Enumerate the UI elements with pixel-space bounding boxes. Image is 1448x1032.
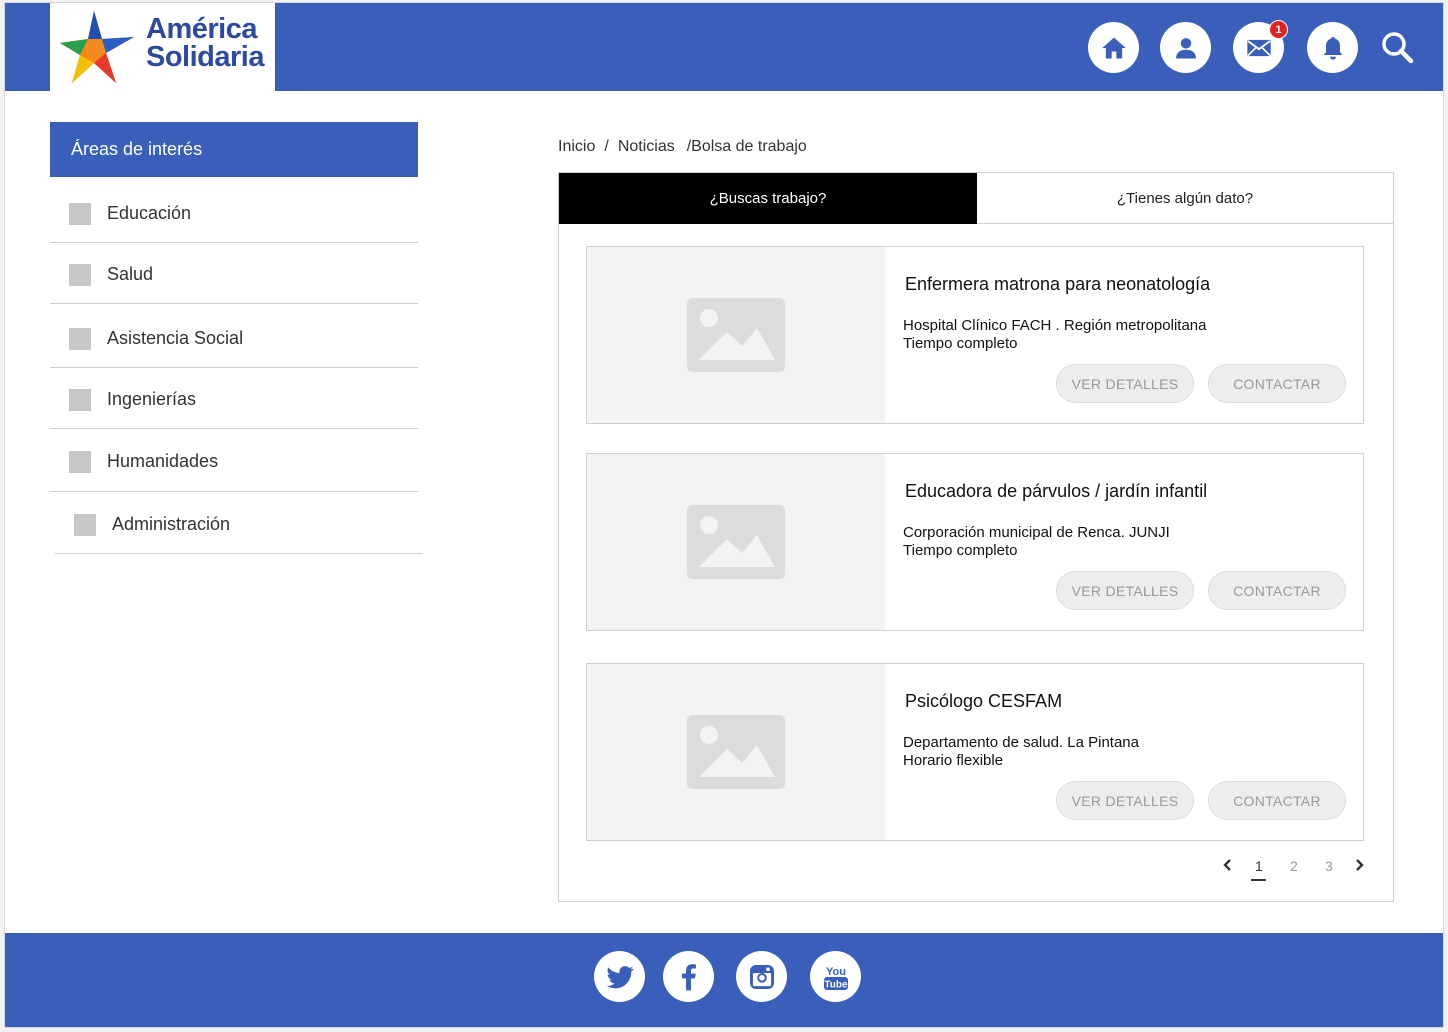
- checkbox[interactable]: [69, 389, 91, 411]
- sidebar-item-administracion[interactable]: Administración: [55, 492, 423, 554]
- svg-text:Tube: Tube: [824, 979, 848, 990]
- checkbox[interactable]: [74, 514, 96, 536]
- job-image-placeholder: [587, 454, 885, 630]
- job-title: Psicólogo CESFAM: [905, 691, 1063, 711]
- instagram-link[interactable]: [736, 951, 787, 1002]
- messages-button[interactable]: 1: [1233, 20, 1288, 73]
- job-organization: Hospital Clínico FACH . Región metropoli…: [903, 317, 1207, 334]
- view-details-button[interactable]: VER DETALLES: [1056, 781, 1194, 820]
- sidebar-item-salud[interactable]: Salud: [50, 243, 418, 304]
- sidebar-item-label: Asistencia Social: [107, 328, 244, 348]
- job-title: Educadora de párvulos / jardín infantil: [905, 481, 1208, 501]
- page-3[interactable]: 3: [1325, 858, 1333, 874]
- sidebar-item-label: Salud: [107, 264, 154, 284]
- home-button[interactable]: [1088, 22, 1139, 73]
- jobs-panel: ¿Buscas trabajo? ¿Tienes algún dato? Enf…: [558, 172, 1394, 902]
- brand-line-2: Solidaria: [146, 41, 265, 73]
- sidebar-item-educacion[interactable]: Educación: [50, 181, 418, 243]
- page-2[interactable]: 2: [1290, 858, 1298, 874]
- sidebar-item-label: Educación: [107, 203, 192, 223]
- job-card: Psicólogo CESFAM Departamento de salud. …: [586, 663, 1364, 841]
- breadcrumb-separator: /: [604, 138, 609, 155]
- page-frame: América Solidaria 1 Áreas de interés Edu…: [4, 2, 1444, 1028]
- breadcrumb-news[interactable]: Noticias: [618, 138, 675, 156]
- chevron-left-icon[interactable]: [1222, 858, 1234, 872]
- home-icon: [1101, 37, 1126, 58]
- svg-text:You: You: [826, 966, 846, 978]
- image-placeholder-icon: [687, 715, 785, 789]
- breadcrumb-home[interactable]: Inicio: [558, 138, 595, 156]
- tab-buscas-trabajo[interactable]: ¿Buscas trabajo?: [559, 173, 977, 224]
- contact-button[interactable]: CONTACTAR: [1208, 781, 1346, 820]
- checkbox[interactable]: [69, 328, 91, 350]
- view-details-button[interactable]: VER DETALLES: [1056, 571, 1194, 610]
- job-card: Educadora de párvulos / jardín infantil …: [586, 453, 1364, 631]
- search-icon[interactable]: [1379, 29, 1415, 65]
- top-header: América Solidaria 1: [5, 3, 1443, 91]
- sidebar-item-asistencia-social[interactable]: Asistencia Social: [50, 304, 418, 368]
- checkbox[interactable]: [69, 451, 91, 473]
- breadcrumb: Inicio / Noticias /Bolsa de trabajo: [558, 138, 807, 156]
- checkbox[interactable]: [69, 264, 91, 286]
- facebook-link[interactable]: [663, 951, 714, 1002]
- user-icon: [1175, 37, 1196, 58]
- facebook-icon: [681, 963, 696, 990]
- job-card: Enfermera matrona para neonatología Hosp…: [586, 246, 1364, 424]
- bell-icon: [1323, 36, 1342, 60]
- twitter-link[interactable]: [594, 951, 645, 1002]
- sidebar-item-humanidades[interactable]: Humanidades: [50, 429, 418, 492]
- notifications-button[interactable]: [1307, 22, 1358, 73]
- sidebar-item-label: Humanidades: [107, 451, 219, 471]
- image-placeholder-icon: [687, 505, 785, 579]
- job-schedule: Tiempo completo: [903, 542, 1018, 559]
- chevron-right-icon[interactable]: [1353, 858, 1365, 872]
- job-image-placeholder: [587, 247, 885, 423]
- brand-logo[interactable]: América Solidaria: [50, 3, 275, 91]
- footer: You Tube: [5, 933, 1443, 1027]
- job-schedule: Tiempo completo: [903, 335, 1018, 352]
- youtube-link[interactable]: You Tube: [810, 951, 861, 1002]
- sidebar-item-label: Administración: [112, 514, 231, 534]
- view-details-button[interactable]: VER DETALLES: [1056, 364, 1194, 403]
- job-organization: Departamento de salud. La Pintana: [903, 734, 1139, 751]
- image-placeholder-icon: [687, 298, 785, 372]
- job-schedule: Horario flexible: [903, 752, 1004, 769]
- mail-badge: 1: [1269, 20, 1288, 39]
- current-page-indicator: [1251, 879, 1266, 881]
- job-title: Enfermera matrona para neonatología: [905, 274, 1211, 294]
- contact-button[interactable]: CONTACTAR: [1208, 571, 1346, 610]
- sidebar-item-label: Ingenierías: [107, 389, 197, 409]
- youtube-icon: You Tube: [823, 966, 848, 990]
- checkbox[interactable]: [69, 203, 91, 225]
- sidebar-item-ingenierias[interactable]: Ingenierías: [50, 368, 418, 429]
- mail-icon: [1246, 39, 1271, 56]
- sidebar-title: Áreas de interés: [50, 122, 418, 177]
- star-logo-icon: [60, 11, 134, 83]
- contact-button[interactable]: CONTACTAR: [1208, 364, 1346, 403]
- brand-name: América Solidaria: [146, 13, 265, 73]
- twitter-icon: [606, 965, 634, 988]
- breadcrumb-current: /Bolsa de trabajo: [686, 138, 807, 155]
- brand-line-1: América: [146, 13, 257, 45]
- page-1[interactable]: 1: [1255, 858, 1263, 874]
- instagram-icon: [749, 964, 774, 989]
- profile-button[interactable]: [1160, 22, 1211, 73]
- job-image-placeholder: [587, 664, 885, 840]
- job-organization: Corporación municipal de Renca. JUNJI: [903, 524, 1170, 541]
- tab-tienes-algun-dato[interactable]: ¿Tienes algún dato?: [977, 173, 1393, 224]
